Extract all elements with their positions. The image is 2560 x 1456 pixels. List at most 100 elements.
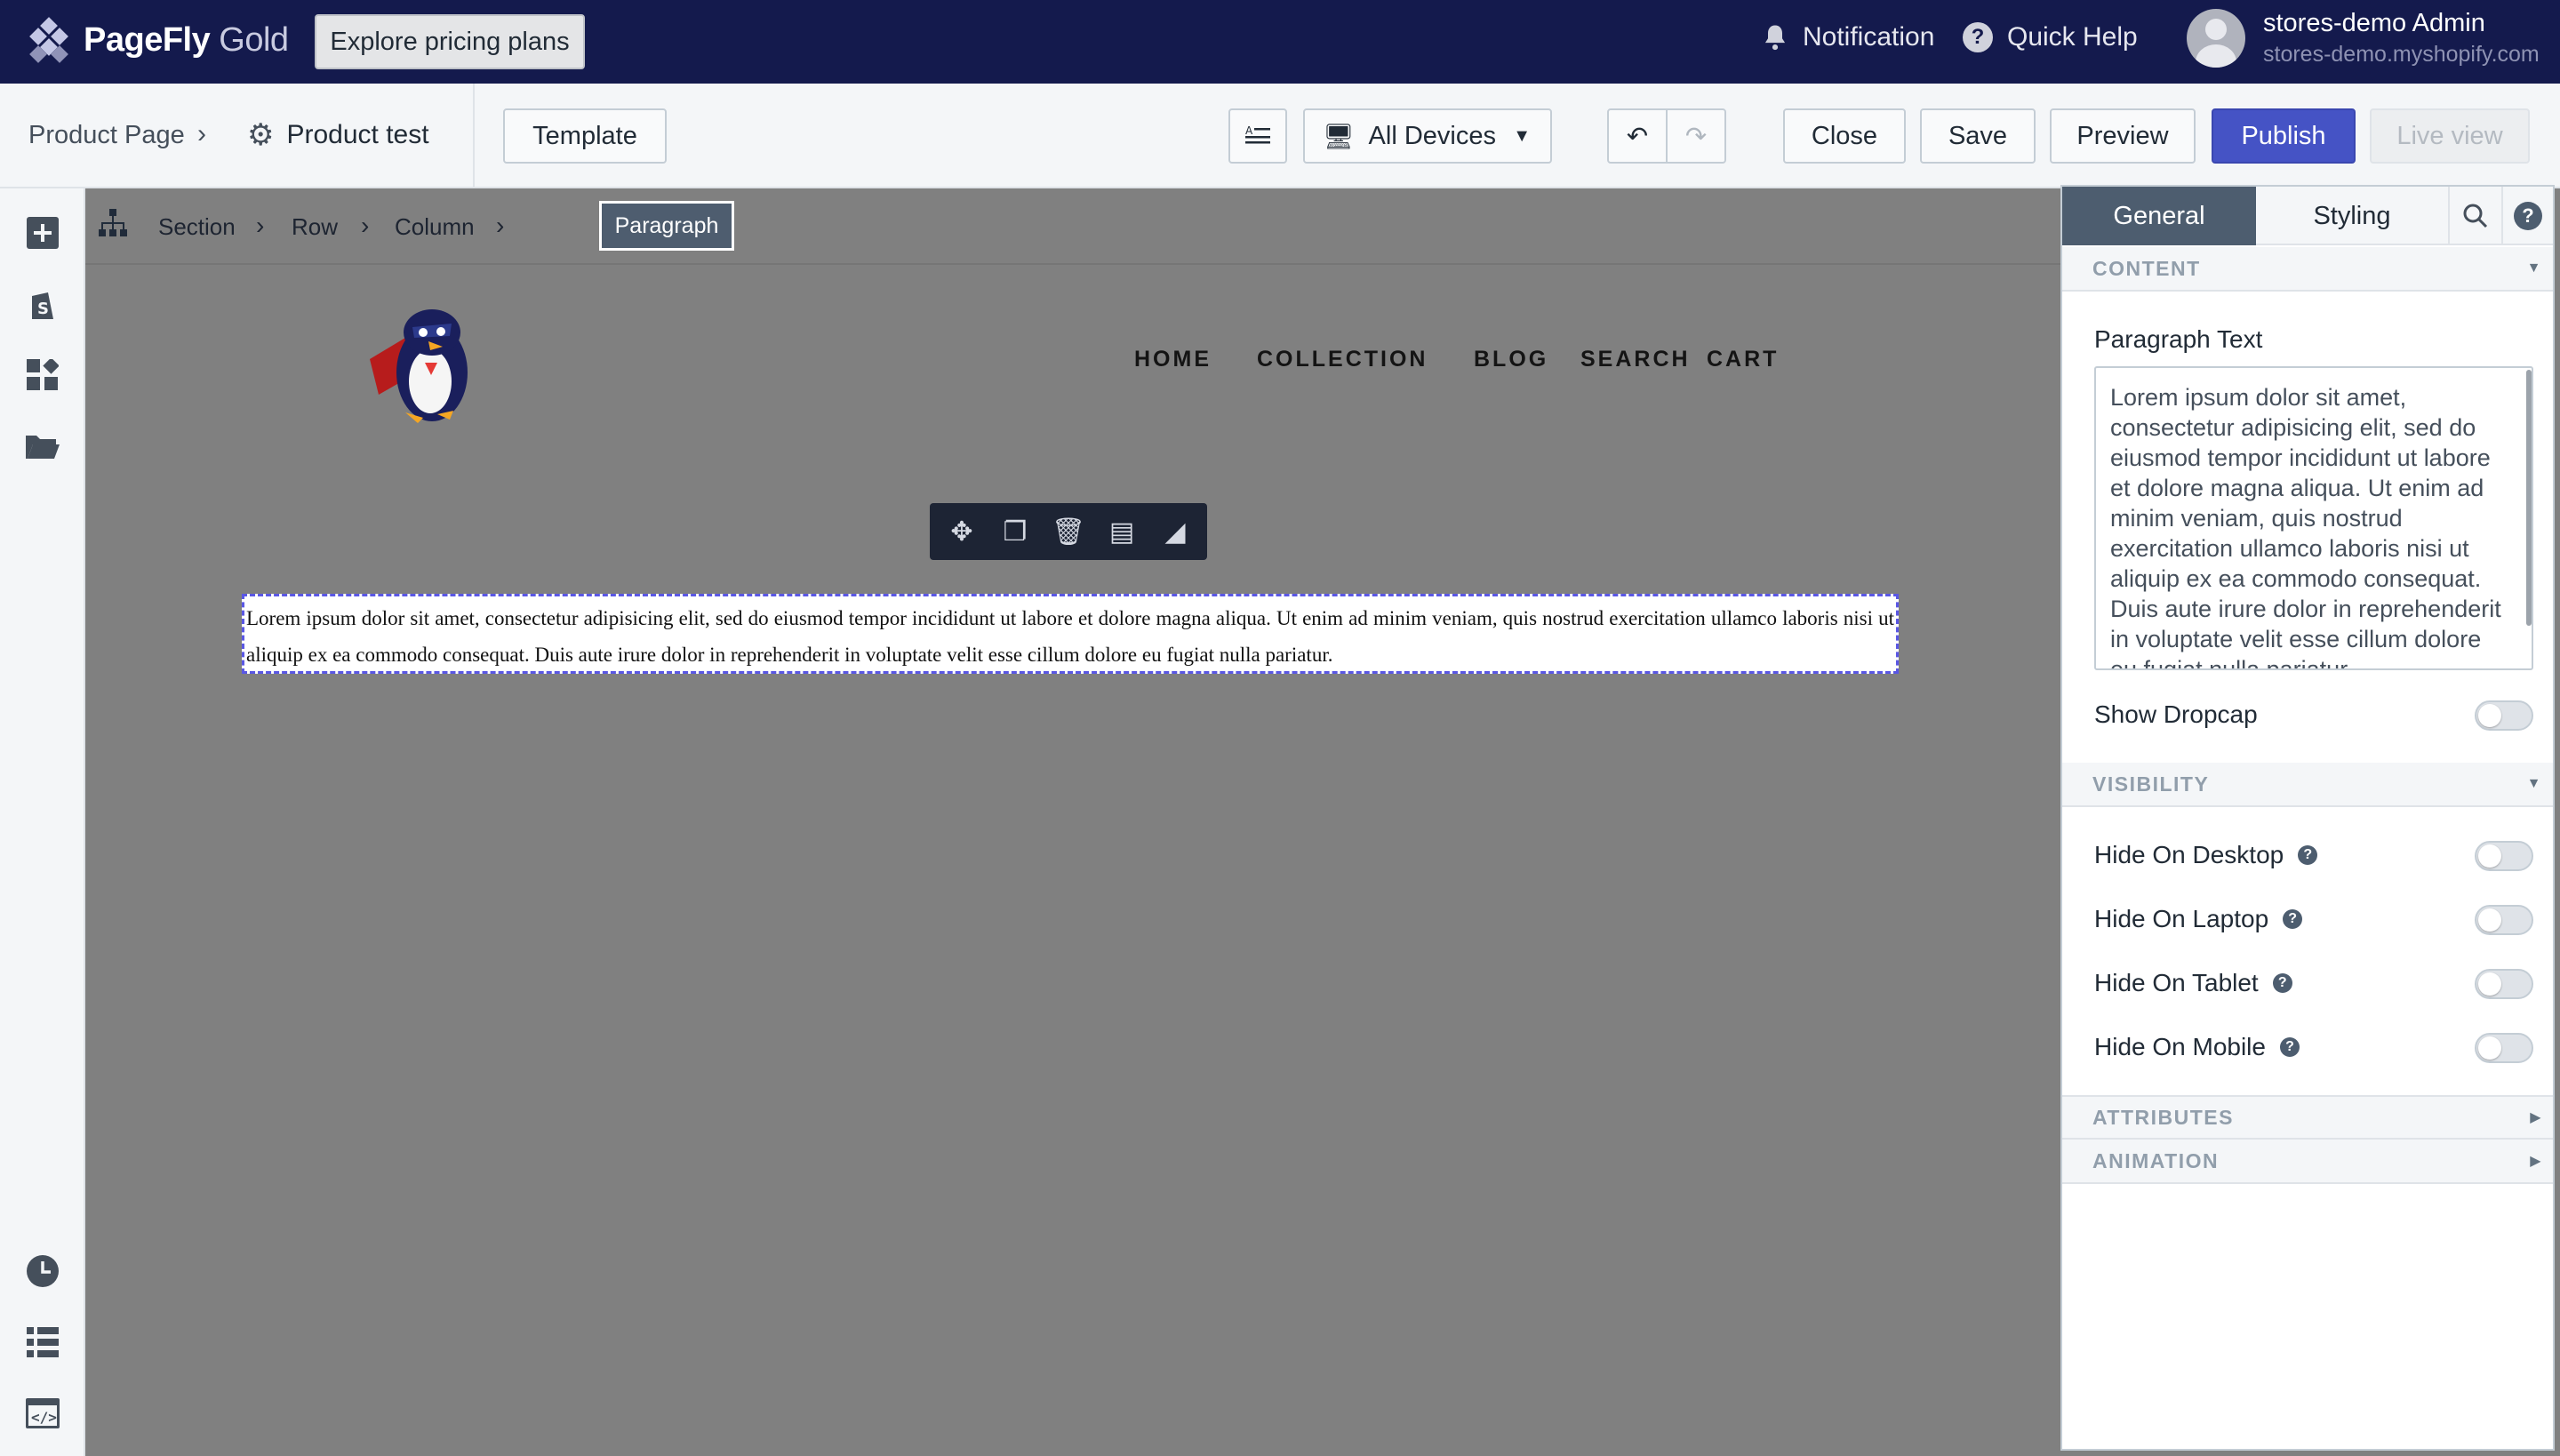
store-nav-cart[interactable]: CART (1707, 347, 1779, 372)
caret-right-icon: ▶ (2530, 1154, 2542, 1169)
paragraph-textarea[interactable]: Lorem ipsum dolor sit amet, consectetur … (2094, 366, 2533, 670)
monitor-icon: 🖥 (1323, 122, 1355, 150)
hide-desktop-toggle[interactable] (2475, 841, 2533, 871)
pagefly-logo-icon (27, 17, 71, 63)
inspector-panel: General Styling ? CONTENT ▼ Paragraph Te… (2060, 185, 2555, 1451)
add-element-icon[interactable] (25, 215, 60, 251)
user-menu[interactable]: stores-demo Admin stores-demo.myshopify.… (2187, 9, 2540, 68)
brand-tier: Gold (210, 20, 289, 59)
page-settings-crumb[interactable]: ⚙ Product test (247, 117, 429, 153)
folder-icon[interactable] (25, 428, 60, 464)
notification-label: Notification (1803, 22, 1935, 52)
question-icon[interactable]: ? (2272, 973, 2292, 993)
sections-icon[interactable] (25, 357, 60, 393)
template-button[interactable]: Template (503, 108, 667, 164)
left-sidebar: S </> (0, 188, 85, 1456)
style-eraser-icon[interactable]: ◢ (1152, 516, 1198, 548)
gear-icon: ⚙ (247, 118, 275, 152)
store-logo[interactable] (361, 297, 503, 430)
question-icon[interactable]: ? (2279, 1037, 2300, 1057)
help-icon: ? (2514, 202, 2542, 230)
show-dropcap-label: Show Dropcap (2094, 700, 2258, 728)
attributes-section-header[interactable]: ATTRIBUTES ▶ (2062, 1095, 2553, 1140)
hide-mobile-toggle[interactable] (2475, 1033, 2533, 1063)
hide-laptop-toggle[interactable] (2475, 905, 2533, 935)
close-button[interactable]: Close (1783, 108, 1906, 164)
content-section-header[interactable]: CONTENT ▼ (2062, 247, 2553, 292)
user-name: stores-demo Admin (2263, 9, 2485, 37)
shopify-icon[interactable]: S (25, 286, 60, 322)
hide-tablet-row: Hide On Tablet? (2094, 969, 2292, 997)
text-format-button[interactable]: A (1228, 108, 1287, 164)
brand-name: PageFly (84, 20, 211, 59)
avatar (2187, 9, 2245, 68)
history-icon[interactable] (25, 1253, 60, 1289)
pagefly-logo[interactable]: PageFly Gold (27, 17, 289, 63)
text-align-icon: A (1245, 124, 1270, 144)
chevron-right-icon: › (361, 212, 370, 239)
move-icon[interactable]: ✥ (939, 516, 985, 548)
user-domain: stores-demo.myshopify.com (2263, 42, 2540, 67)
breadcrumb-product-page[interactable]: Product Page (28, 121, 185, 150)
element-breadcrumb: Section › Row › Column › Paragraph (85, 188, 2060, 261)
breadcrumb-paragraph[interactable]: Paragraph (599, 201, 734, 251)
breadcrumb-row[interactable]: Row (292, 213, 338, 241)
live-view-button[interactable]: Live view (2370, 108, 2530, 164)
chevron-right-icon: › (197, 119, 206, 148)
notification-button[interactable]: Notification (1762, 22, 1934, 52)
animation-section-header[interactable]: ANIMATION ▶ (2062, 1140, 2553, 1184)
help-button[interactable]: ? (2503, 187, 2553, 245)
save-button[interactable]: Save (1920, 108, 2036, 164)
element-toolbar: ✥ ❐ 🗑 ▤ ◢ (930, 503, 1207, 560)
code-editor-icon[interactable]: </> (25, 1396, 60, 1431)
caret-down-icon: ▼ (2526, 260, 2542, 276)
store-nav-home[interactable]: HOME (1134, 347, 1212, 372)
preview-button[interactable]: Preview (2050, 108, 2196, 164)
selected-paragraph[interactable]: Lorem ipsum dolor sit amet, consectetur … (242, 594, 1899, 674)
breadcrumb-section[interactable]: Section (158, 213, 236, 241)
hide-tablet-toggle[interactable] (2475, 969, 2533, 999)
toolbar-divider (473, 84, 475, 188)
store-nav-collection[interactable]: COLLECTION (1257, 347, 1428, 372)
store-nav-search[interactable]: SEARCH (1580, 347, 1691, 372)
visibility-section-header[interactable]: VISIBILITY ▼ (2062, 763, 2553, 807)
publish-button[interactable]: Publish (2212, 108, 2356, 164)
svg-text:</>: </> (31, 1409, 57, 1426)
undo-button[interactable]: ↶ (1607, 108, 1668, 164)
bell-icon (1764, 25, 1786, 51)
hide-desktop-row: Hide On Desktop? (2094, 841, 2318, 869)
trash-icon[interactable]: 🗑 (1045, 516, 1092, 548)
quick-help-button[interactable]: ? Quick Help (1963, 22, 2138, 52)
tab-styling[interactable]: Styling (2256, 187, 2450, 245)
paragraph-text-label: Paragraph Text (2094, 325, 2263, 353)
device-selector[interactable]: 🖥 All Devices ▼ (1303, 108, 1552, 164)
search-icon[interactable] (2450, 187, 2503, 245)
undo-icon: ↶ (1626, 122, 1649, 151)
device-selector-value: All Devices (1368, 121, 1496, 150)
chevron-right-icon: › (496, 212, 505, 239)
store-nav-blog[interactable]: BLOG (1474, 347, 1548, 372)
question-icon[interactable]: ? (2298, 845, 2318, 865)
outline-list-icon[interactable] (25, 1324, 60, 1360)
save-as-template-icon[interactable]: ▤ (1099, 516, 1145, 548)
page-title: Product test (286, 120, 429, 149)
redo-button[interactable]: ↷ (1666, 108, 1726, 164)
page-canvas[interactable]: HOME COLLECTION BLOG SEARCH CART ✥ ❐ 🗑 ▤… (85, 263, 2060, 1456)
explore-pricing-button[interactable]: Explore pricing plans (315, 14, 585, 69)
svg-text:A: A (1245, 124, 1253, 137)
caret-down-icon: ▼ (1513, 125, 1531, 146)
tab-general[interactable]: General (2062, 187, 2256, 245)
textarea-scrollbar[interactable] (2526, 370, 2532, 626)
inspector-tabs: General Styling ? (2062, 187, 2553, 245)
top-navigation-bar: PageFly Gold Explore pricing plans Notif… (0, 0, 2560, 84)
hide-mobile-row: Hide On Mobile? (2094, 1033, 2300, 1061)
question-icon[interactable]: ? (2283, 909, 2303, 929)
duplicate-icon[interactable]: ❐ (992, 516, 1038, 548)
show-dropcap-toggle[interactable] (2475, 700, 2533, 731)
redo-icon: ↷ (1684, 122, 1708, 151)
quick-help-label: Quick Help (2007, 22, 2138, 52)
question-icon: ? (1963, 22, 1993, 52)
hierarchy-icon[interactable] (98, 208, 128, 245)
paragraph-text[interactable]: Lorem ipsum dolor sit amet, consectetur … (246, 600, 1894, 673)
breadcrumb-column[interactable]: Column (395, 213, 475, 241)
